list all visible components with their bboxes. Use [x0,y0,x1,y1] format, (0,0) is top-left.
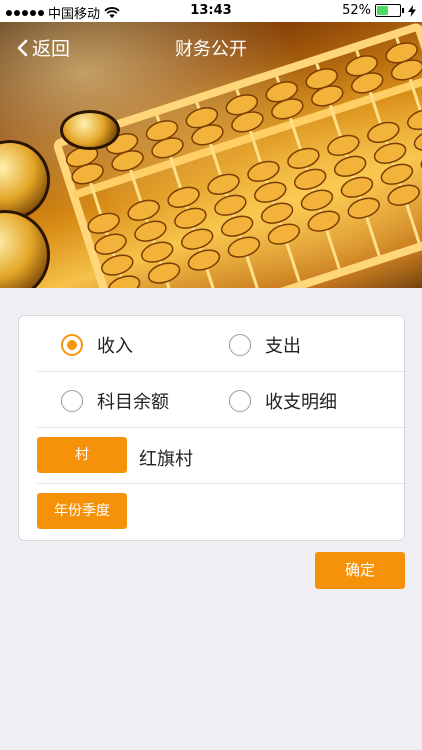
radio-expense[interactable]: 支出 [229,332,301,358]
page-title: 财务公开 [175,39,247,60]
type-row-2: 科目余额 收支明细 [37,372,404,428]
radio-circle-icon [229,334,251,356]
village-row: 村 红旗村 [37,428,404,484]
period-row: 年份季度 [37,484,404,539]
radio-income-label: 收入 [97,336,133,357]
coin-decoration [0,210,50,288]
radio-income-expense-detail[interactable]: 收支明细 [229,388,337,414]
village-value: 红旗村 [139,449,193,470]
radio-circle-icon [61,334,83,356]
charging-icon [408,4,416,17]
village-select-button[interactable]: 村 [37,437,127,473]
radio-subject-balance-label: 科目余额 [97,392,169,413]
radio-subject-balance[interactable]: 科目余额 [61,388,169,414]
radio-income-expense-detail-label: 收支明细 [265,392,337,413]
confirm-button[interactable]: 确定 [315,552,405,589]
radio-expense-label: 支出 [265,336,301,357]
type-row-1: 收入 支出 [37,316,404,372]
battery-percent: 52% [342,3,371,18]
status-bar: 中国移动 13:43 52% [0,0,422,22]
radio-circle-icon [61,390,83,412]
header-banner-image: 中国移动 13:43 52% 返回 财务公开 [0,0,422,288]
coin-decoration [60,110,120,150]
nav-bar: 返回 财务公开 [0,22,422,70]
radio-income[interactable]: 收入 [61,332,133,358]
period-select-button[interactable]: 年份季度 [37,493,127,529]
battery-icon [375,4,401,17]
radio-circle-icon [229,390,251,412]
query-form-card: 收入 支出 科目余额 收支明细 村 红旗村 年份季度 [18,315,405,541]
coin-decoration [0,140,50,220]
